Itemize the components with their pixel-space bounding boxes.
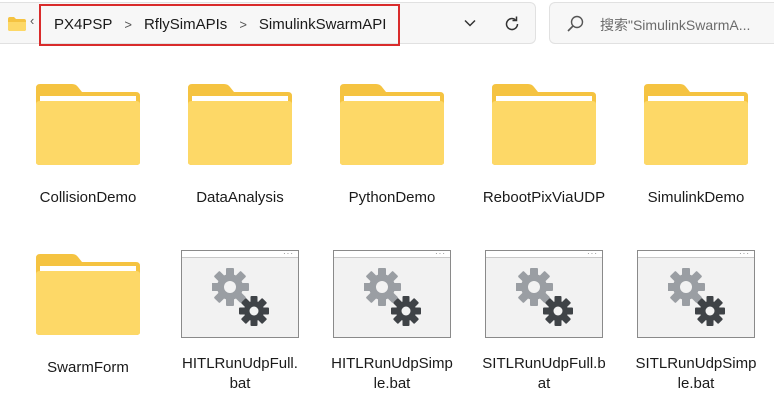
file-grid: CollisionDemo DataAnalysis PythonDemo Re… — [0, 48, 774, 413]
item-label: HITLRunUdpSimple.bat — [331, 355, 453, 392]
folder-icon — [36, 254, 140, 335]
folder-icon — [340, 84, 444, 165]
file-item-hitlrunudpsimple[interactable]: ··· HITLRunUdpSimple.bat — [322, 250, 462, 394]
folder-item-rebootpixviaudp[interactable]: RebootPixViaUDP — [474, 82, 614, 208]
refresh-icon[interactable] — [503, 15, 521, 33]
gears-icon — [516, 268, 573, 326]
batch-file-thumbnail: ··· — [637, 250, 755, 338]
gears-icon — [364, 268, 421, 326]
folder-icon — [492, 84, 596, 165]
folder-icon — [36, 84, 140, 165]
file-item-sitlrunudpfull[interactable]: ··· SITLRunUdpFull.bat — [474, 250, 614, 394]
gears-icon — [212, 268, 269, 326]
batch-file-thumbnail: ··· — [333, 250, 451, 338]
breadcrumb-overflow-chevron[interactable]: ‹ — [30, 13, 34, 28]
gears-icon — [668, 268, 725, 326]
item-label: PythonDemo — [348, 189, 436, 206]
folder-item-swarmform[interactable]: SwarmForm — [18, 252, 158, 378]
batch-file-thumbnail: ··· — [181, 250, 299, 338]
item-label: SITLRunUdpFull.bat — [482, 355, 606, 392]
item-label: HITLRunUdpFull.bat — [182, 355, 298, 392]
folder-item-pythondemo[interactable]: PythonDemo — [322, 82, 462, 208]
item-label: DataAnalysis — [196, 189, 284, 206]
item-label: SITLRunUdpSimple.bat — [635, 355, 757, 392]
folder-item-dataanalysis[interactable]: DataAnalysis — [170, 82, 310, 208]
batch-file-thumbnail: ··· — [485, 250, 603, 338]
search-box[interactable]: 搜索"SimulinkSwarmA... — [549, 2, 774, 44]
highlight-annotation-box — [39, 4, 400, 46]
chevron-down-icon[interactable] — [463, 16, 477, 30]
search-icon — [567, 15, 584, 32]
folder-icon — [188, 84, 292, 165]
item-label: CollisionDemo — [39, 189, 137, 206]
file-item-hitlrunudpfull[interactable]: ··· HITLRunUdpFull.bat — [170, 250, 310, 394]
search-input[interactable]: 搜索"SimulinkSwarmA... — [600, 15, 750, 35]
folder-item-collisiondemo[interactable]: CollisionDemo — [18, 82, 158, 208]
file-item-sitlrunudpsimple[interactable]: ··· SITLRunUdpSimple.bat — [626, 250, 766, 394]
folder-icon — [8, 17, 26, 31]
navigation-bar: ‹ PX4PSP > RflySimAPIs > SimulinkSwarmAP… — [0, 0, 774, 48]
folder-icon — [644, 84, 748, 165]
item-label: SimulinkDemo — [647, 189, 745, 206]
item-label: RebootPixViaUDP — [482, 189, 606, 206]
folder-item-simulinkdemo[interactable]: SimulinkDemo — [626, 82, 766, 208]
item-label: SwarmForm — [47, 359, 129, 376]
